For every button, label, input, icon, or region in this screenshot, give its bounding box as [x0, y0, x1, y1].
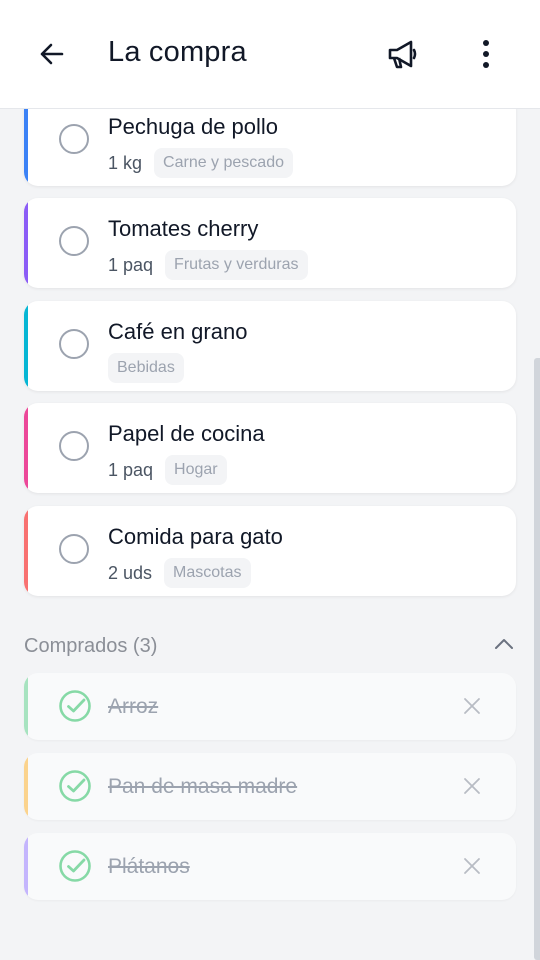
page-title: La compra	[108, 36, 247, 68]
item-name: Plátanos	[108, 855, 190, 878]
purchased-item[interactable]: Pan de masa madre	[24, 753, 516, 820]
category-color-bar	[24, 673, 28, 740]
item-quantity: 1 kg	[108, 152, 143, 173]
list-item[interactable]: Papel de cocina 1 paq Hogar	[24, 403, 516, 493]
list-item[interactable]: Café en grano Bebidas	[24, 301, 516, 391]
category-color-bar	[24, 198, 28, 288]
category-color-bar	[24, 301, 28, 391]
category-color-bar	[24, 833, 28, 900]
purchased-item[interactable]: Plátanos	[24, 833, 516, 900]
item-name: Tomates cherry	[108, 216, 259, 241]
checkbox-circle[interactable]	[59, 431, 89, 461]
item-name: Arroz	[108, 695, 159, 718]
item-meta: 1 paq Hogar	[108, 455, 227, 485]
list-item[interactable]: Tomates cherry 1 paq Frutas y verduras	[24, 198, 516, 288]
back-button[interactable]	[30, 34, 74, 78]
item-quantity: 2 uds	[108, 562, 153, 583]
checkbox-circle[interactable]	[59, 534, 89, 564]
list-item[interactable]: Pechuga de pollo 1 kg Carne y pescado	[24, 96, 516, 186]
category-tag: Mascotas	[164, 558, 251, 588]
close-icon[interactable]	[458, 692, 486, 720]
purchased-section-header[interactable]: Comprados (3)	[24, 633, 516, 661]
category-tag: Frutas y verduras	[165, 250, 308, 280]
category-color-bar	[24, 506, 28, 596]
purchased-section-title: Comprados (3)	[24, 635, 158, 657]
item-meta: 1 paq Frutas y verduras	[108, 250, 308, 280]
item-name: Pechuga de pollo	[108, 114, 279, 139]
list-item[interactable]: Comida para gato 2 uds Mascotas	[24, 506, 516, 596]
item-meta: 1 kg Carne y pescado	[108, 148, 293, 178]
item-quantity: 1 paq	[108, 254, 154, 275]
megaphone-icon	[385, 37, 419, 76]
app-bar: La compra	[0, 0, 540, 109]
item-name: Papel de cocina	[108, 421, 265, 446]
category-color-bar	[24, 96, 28, 186]
item-name: Café en grano	[108, 319, 248, 344]
checkbox-circle[interactable]	[59, 226, 89, 256]
check-circle-icon[interactable]	[58, 849, 92, 883]
item-meta: Bebidas	[108, 353, 184, 383]
category-tag: Hogar	[165, 455, 227, 485]
category-color-bar	[24, 403, 28, 493]
more-options-button[interactable]	[464, 32, 508, 80]
scrollbar-thumb[interactable]	[534, 358, 540, 960]
purchased-item[interactable]: Arroz	[24, 673, 516, 740]
close-icon[interactable]	[458, 852, 486, 880]
announce-button[interactable]	[378, 32, 426, 80]
checkbox-circle[interactable]	[59, 329, 89, 359]
checkbox-circle[interactable]	[59, 124, 89, 154]
chevron-up-icon[interactable]	[494, 637, 514, 656]
item-name: Pan de masa madre	[108, 775, 298, 798]
check-circle-icon[interactable]	[58, 689, 92, 723]
category-color-bar	[24, 753, 28, 820]
item-quantity: 1 paq	[108, 459, 154, 480]
category-tag: Bebidas	[108, 353, 184, 383]
arrow-left-icon	[38, 40, 66, 73]
close-icon[interactable]	[458, 772, 486, 800]
category-tag: Carne y pescado	[154, 148, 293, 178]
check-circle-icon[interactable]	[58, 769, 92, 803]
more-vertical-icon	[481, 39, 491, 74]
item-name: Comida para gato	[108, 524, 283, 549]
item-meta: 2 uds Mascotas	[108, 558, 251, 588]
